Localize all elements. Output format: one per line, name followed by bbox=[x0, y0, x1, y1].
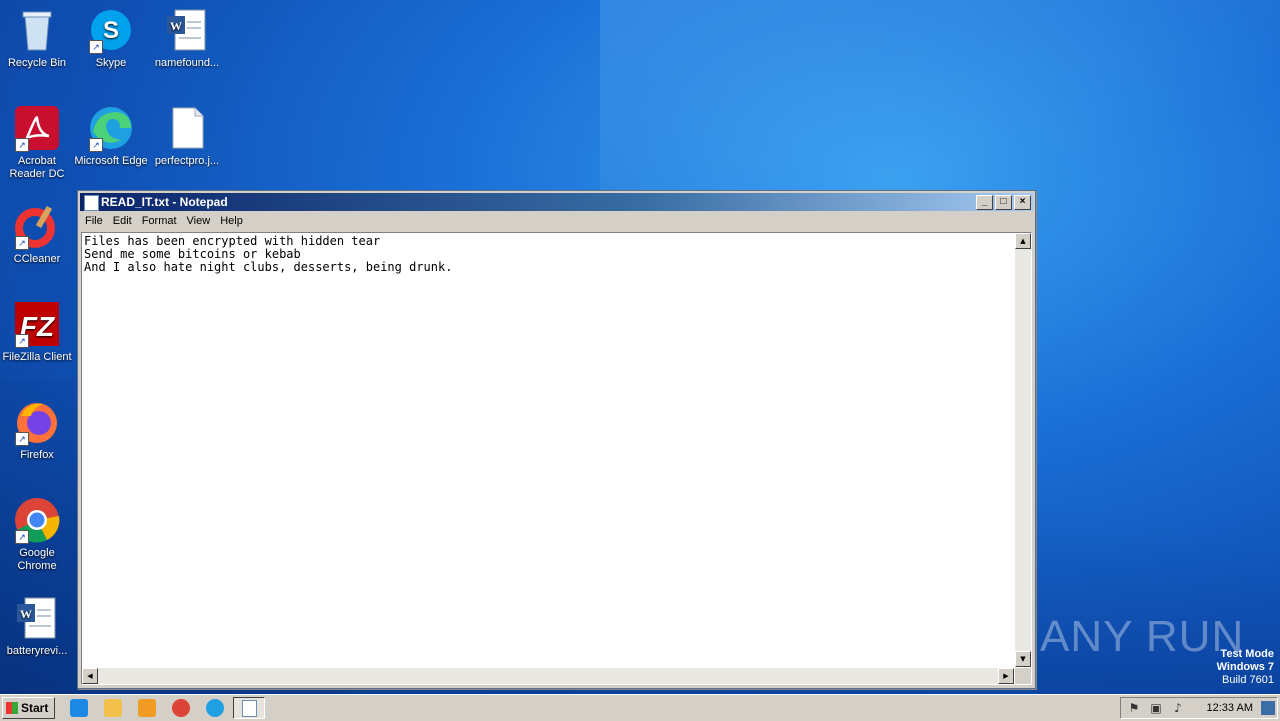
start-button[interactable]: Start bbox=[2, 697, 55, 719]
notepad-taskbar-button[interactable] bbox=[233, 697, 265, 719]
word-document-icon: W bbox=[163, 6, 211, 54]
build-line: Build 7601 bbox=[1222, 674, 1274, 686]
menu-file[interactable]: File bbox=[80, 215, 108, 227]
system-tray: ⚑ ▣ ♪ 12:33 AM bbox=[1120, 697, 1278, 719]
test-mode-notice: Test Mode Windows 7 Build 7601 bbox=[1217, 648, 1274, 687]
desktop-icon-skype[interactable]: S ↗ Skype bbox=[74, 6, 148, 70]
document-text[interactable]: Files has been encrypted with hidden tea… bbox=[84, 235, 1011, 664]
close-button[interactable]: × bbox=[1014, 195, 1031, 210]
ie-taskbar-icon[interactable] bbox=[70, 699, 88, 717]
desktop-icon-label: Firefox bbox=[20, 449, 54, 461]
desktop-icon-label: Google Chrome bbox=[17, 547, 57, 572]
test-mode-line: Test Mode bbox=[1220, 648, 1274, 660]
menu-edit[interactable]: Edit bbox=[108, 215, 137, 227]
desktop-icon-edge[interactable]: ↗ Microsoft Edge bbox=[74, 104, 148, 168]
desktop-icon-label: Skype bbox=[95, 57, 127, 69]
desktop-icon-label: FileZilla Client bbox=[2, 351, 72, 363]
volume-icon[interactable]: ♪ bbox=[1171, 701, 1185, 715]
menu-bar: File Edit Format View Help bbox=[80, 212, 1033, 230]
menu-view[interactable]: View bbox=[182, 215, 216, 227]
scroll-up-button[interactable]: ▲ bbox=[1015, 233, 1031, 249]
desktop-icon-ccleaner[interactable]: ↗ CCleaner bbox=[0, 202, 74, 266]
taskbar: Start ⚑ ▣ ♪ 12:33 AM bbox=[0, 694, 1280, 721]
skype-icon: S ↗ bbox=[87, 6, 135, 54]
desktop-icon-label: Recycle Bin bbox=[7, 57, 67, 69]
edge-icon: ↗ bbox=[87, 104, 135, 152]
menu-help[interactable]: Help bbox=[215, 215, 248, 227]
menu-format[interactable]: Format bbox=[137, 215, 182, 227]
word-document-icon: W bbox=[13, 594, 61, 642]
blank-file-icon bbox=[163, 104, 211, 152]
desktop-icon-filezilla[interactable]: FZ ↗ FileZilla Client bbox=[0, 300, 74, 364]
desktop-icon-word-doc-2[interactable]: W batteryrevi... bbox=[0, 594, 74, 658]
desktop-icon-chrome[interactable]: ↗ Google Chrome bbox=[0, 496, 74, 573]
shortcut-arrow-icon: ↗ bbox=[15, 236, 29, 250]
desktop-icon-label: CCleaner bbox=[13, 253, 61, 265]
shortcut-arrow-icon: ↗ bbox=[15, 334, 29, 348]
shortcut-arrow-icon: ↗ bbox=[89, 138, 103, 152]
horizontal-scrollbar[interactable]: ◀ ▶ bbox=[82, 668, 1014, 684]
desktop-icon-word-doc[interactable]: W namefound... bbox=[150, 6, 224, 70]
windows-logo-icon bbox=[6, 702, 18, 714]
edge-taskbar-icon[interactable] bbox=[206, 699, 224, 717]
shortcut-arrow-icon: ↗ bbox=[15, 530, 29, 544]
window-title: READ_IT.txt - Notepad bbox=[101, 195, 228, 209]
maximize-button[interactable]: □ bbox=[995, 195, 1012, 210]
desktop-icon-label: namefound... bbox=[154, 57, 220, 69]
os-version-line: Windows 7 bbox=[1216, 661, 1274, 673]
shortcut-arrow-icon: ↗ bbox=[15, 138, 29, 152]
desktop-icon-label: Microsoft Edge bbox=[74, 155, 148, 167]
recycle-bin-icon bbox=[13, 6, 61, 54]
desktop-icon-file[interactable]: perfectpro.j... bbox=[150, 104, 224, 168]
chrome-icon: ↗ bbox=[13, 496, 61, 544]
notepad-window[interactable]: READ_IT.txt - Notepad _ □ × File Edit Form… bbox=[77, 190, 1036, 689]
desktop-icon-label: Acrobat Reader DC bbox=[9, 155, 65, 180]
desktop-icon-label: batteryrevi... bbox=[6, 645, 68, 657]
show-desktop-icon[interactable] bbox=[1261, 701, 1275, 715]
desktop-icon-label: perfectpro.j... bbox=[154, 155, 220, 167]
ccleaner-icon: ↗ bbox=[13, 202, 61, 250]
notepad-icon bbox=[242, 700, 257, 717]
svg-text:S: S bbox=[103, 17, 119, 44]
start-label: Start bbox=[21, 701, 49, 715]
scroll-left-button[interactable]: ◀ bbox=[82, 668, 98, 684]
notepad-icon bbox=[84, 195, 99, 211]
desktop-icon-recycle-bin[interactable]: Recycle Bin bbox=[0, 6, 74, 70]
resize-grip-icon[interactable] bbox=[1015, 668, 1031, 684]
vertical-scrollbar[interactable]: ▲ ▼ bbox=[1015, 233, 1031, 667]
svg-text:W: W bbox=[170, 19, 182, 33]
explorer-taskbar-icon[interactable] bbox=[104, 699, 122, 717]
media-player-taskbar-icon[interactable] bbox=[138, 699, 156, 717]
minimize-button[interactable]: _ bbox=[976, 195, 993, 210]
chrome-taskbar-icon[interactable] bbox=[172, 699, 190, 717]
svg-text:W: W bbox=[20, 607, 32, 621]
anyrun-watermark: ANY RUN bbox=[1040, 612, 1245, 661]
firefox-icon: ↗ bbox=[13, 398, 61, 446]
network-icon[interactable]: ▣ bbox=[1149, 701, 1163, 715]
text-editor[interactable]: Files has been encrypted with hidden tea… bbox=[81, 232, 1032, 685]
scroll-down-button[interactable]: ▼ bbox=[1015, 651, 1031, 667]
filezilla-icon: FZ ↗ bbox=[13, 300, 61, 348]
flag-icon[interactable]: ⚑ bbox=[1127, 701, 1141, 715]
shortcut-arrow-icon: ↗ bbox=[15, 432, 29, 446]
title-bar[interactable]: READ_IT.txt - Notepad _ □ × bbox=[80, 193, 1033, 211]
scroll-right-button[interactable]: ▶ bbox=[998, 668, 1014, 684]
shortcut-arrow-icon: ↗ bbox=[89, 40, 103, 54]
desktop-icon-acrobat[interactable]: ↗ Acrobat Reader DC bbox=[0, 104, 74, 181]
clock[interactable]: 12:33 AM bbox=[1207, 698, 1253, 718]
acrobat-reader-icon: ↗ bbox=[13, 104, 61, 152]
desktop-icon-firefox[interactable]: ↗ Firefox bbox=[0, 398, 74, 462]
